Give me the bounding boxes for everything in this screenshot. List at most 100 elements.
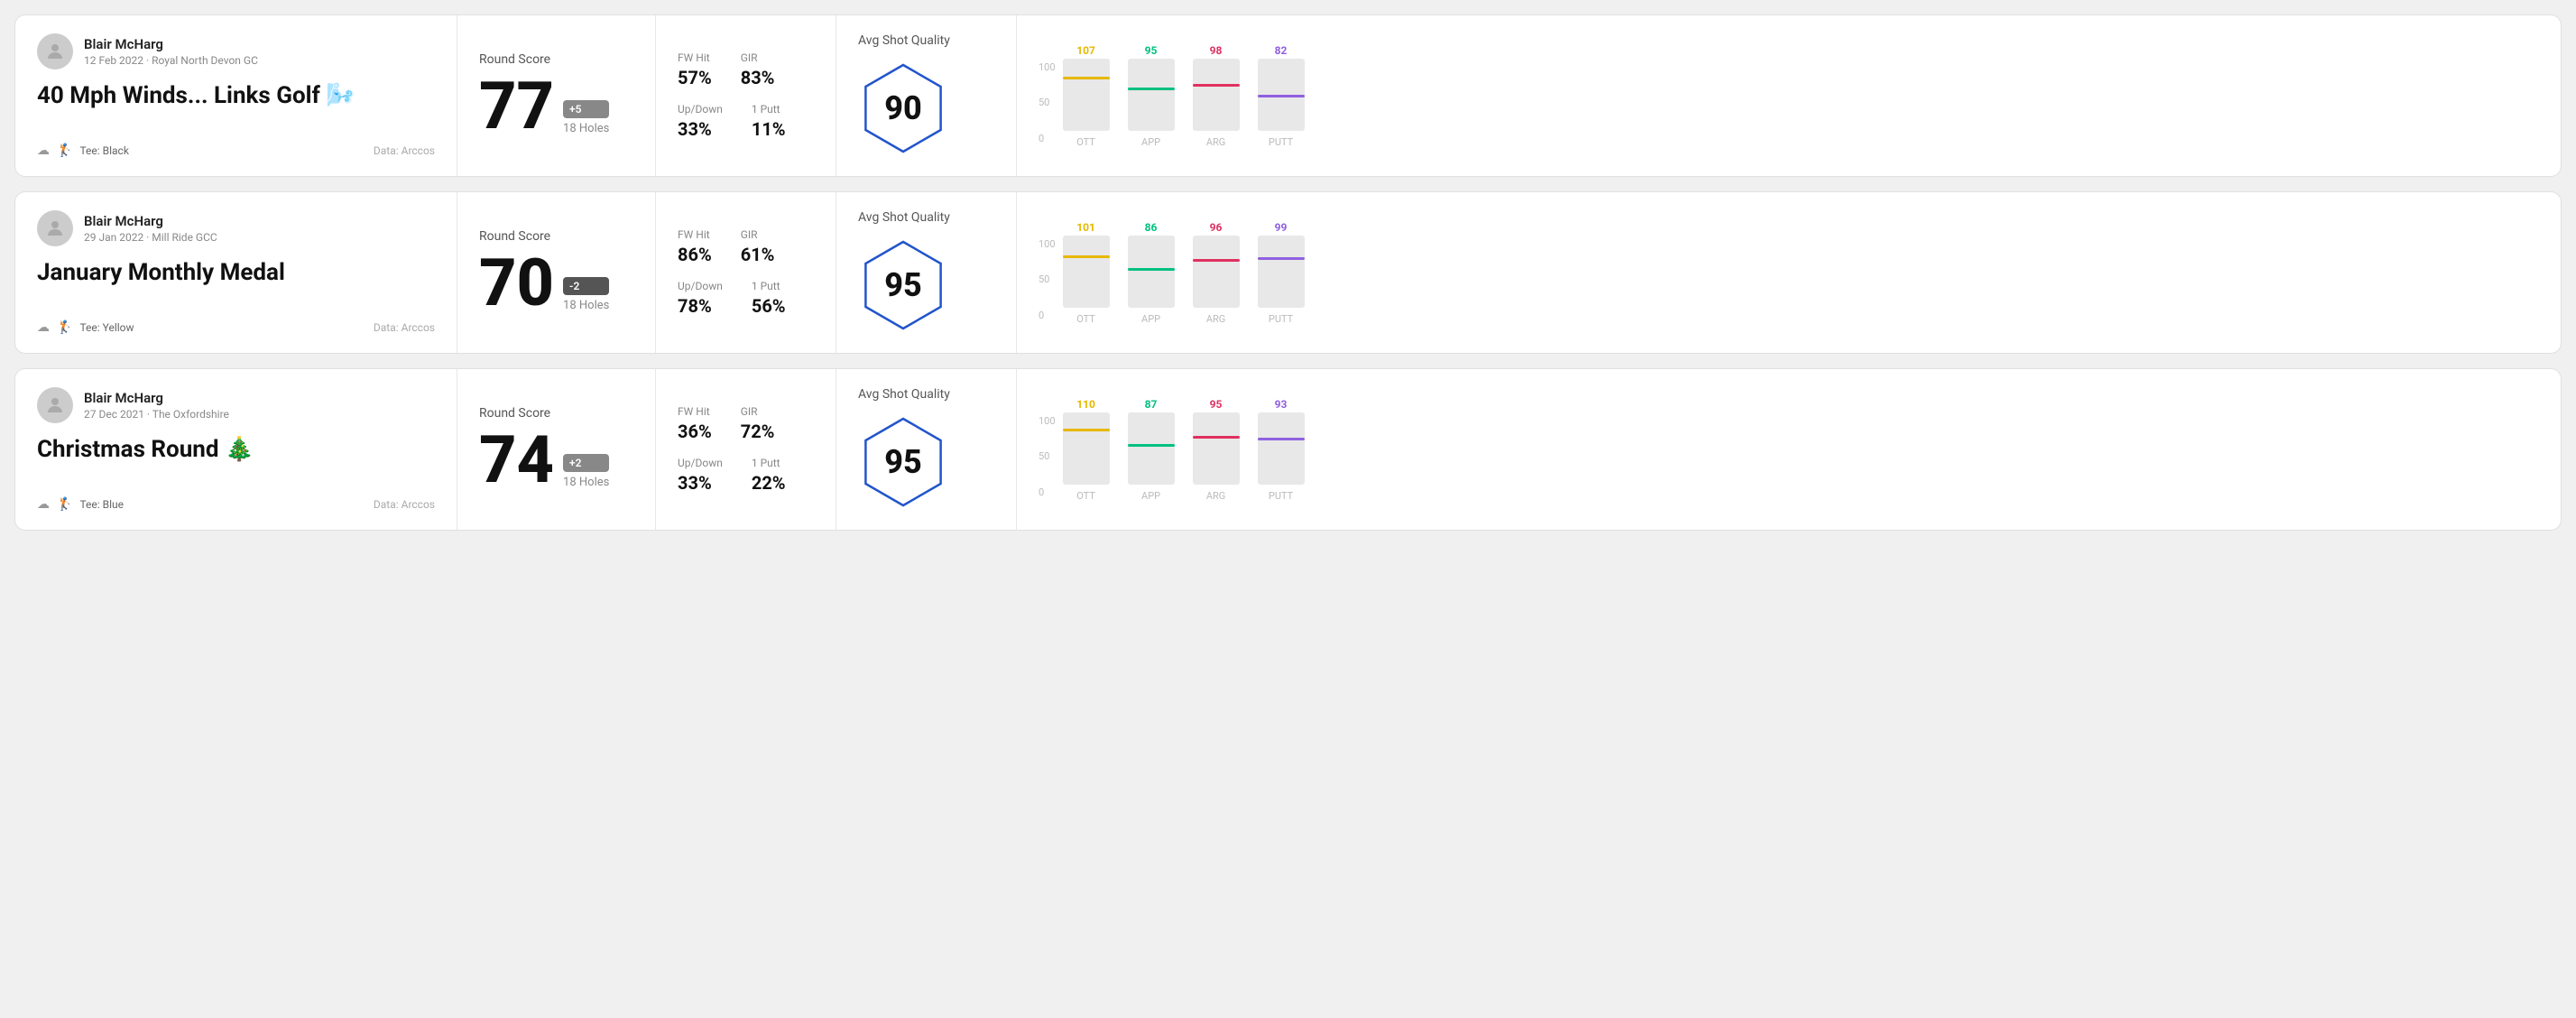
hexagon-score: 95 (884, 443, 922, 481)
chart-column-ott: 101 OTT (1063, 221, 1110, 325)
bar-marker (1258, 438, 1305, 440)
tee-label: Tee: Blue (79, 498, 124, 511)
chart-column-putt: 93 PUTT (1258, 398, 1305, 502)
chart-column-ott: 110 OTT (1063, 398, 1110, 502)
bar-value-label: 86 (1145, 221, 1158, 234)
bar-background (1258, 59, 1305, 131)
bar-marker (1193, 436, 1240, 439)
score-row: 77 +5 18 Holes (479, 74, 633, 139)
hexagon: 95 (858, 412, 948, 512)
bar-background (1128, 59, 1175, 131)
weather-icon: ☁ (37, 143, 50, 158)
tee-bag-icon: 🏌 (57, 497, 72, 512)
oneputt-label: 1 Putt (752, 103, 786, 116)
bar-x-label: ARG (1206, 313, 1225, 325)
stat-oneputt: 1 Putt 11% (752, 103, 786, 140)
user-info: Blair McHarg 12 Feb 2022 · Royal North D… (84, 36, 258, 67)
score-badge-group: +2 18 Holes (563, 454, 609, 489)
tee-label: Tee: Black (79, 144, 128, 157)
y-label-0: 0 (1039, 487, 1056, 497)
card-left-3: Blair McHarg 27 Dec 2021 · The Oxfordshi… (15, 369, 457, 530)
bar-marker (1258, 95, 1305, 97)
date-course: 27 Dec 2021 · The Oxfordshire (84, 408, 229, 421)
chart-column-arg: 98 ARG (1193, 44, 1240, 148)
bar-x-label: PUTT (1269, 136, 1293, 148)
score-badge-group: +5 18 Holes (563, 100, 609, 135)
card-stats-1: FW Hit 57% GIR 83% Up/Down 33% 1 Putt (656, 15, 836, 176)
updown-value: 78% (678, 295, 723, 317)
y-label-0: 0 (1039, 134, 1056, 143)
score-badge: +5 (563, 100, 609, 118)
tee-bag-icon: 🏌 (57, 143, 72, 158)
gir-label: GIR (741, 228, 775, 241)
stat-gir: GIR 72% (741, 405, 775, 442)
quality-label: Avg Shot Quality (858, 33, 950, 48)
bar-marker (1128, 88, 1175, 90)
hexagon-score: 95 (884, 266, 922, 304)
round-card-3: Blair McHarg 27 Dec 2021 · The Oxfordshi… (14, 368, 2562, 531)
card-left-1: Blair McHarg 12 Feb 2022 · Royal North D… (15, 15, 457, 176)
bar-value-label: 96 (1210, 221, 1223, 234)
bar-x-label: APP (1141, 136, 1160, 148)
chart-column-arg: 95 ARG (1193, 398, 1240, 502)
score-number: 70 (479, 251, 554, 316)
round-card-1: Blair McHarg 12 Feb 2022 · Royal North D… (14, 14, 2562, 177)
fw-hit-label: FW Hit (678, 228, 712, 241)
stats-row-top: FW Hit 36% GIR 72% (678, 405, 814, 442)
card-quality-1: Avg Shot Quality 90 (836, 15, 1017, 176)
quality-label: Avg Shot Quality (858, 387, 950, 402)
user-name: Blair McHarg (84, 390, 229, 406)
card-chart-3: 100 50 0 110 OTT 87 APP (1017, 369, 2561, 530)
stats-row-top: FW Hit 86% GIR 61% (678, 228, 814, 265)
bar-marker (1063, 429, 1110, 431)
chart-column-app: 86 APP (1128, 221, 1175, 325)
stats-row-bottom: Up/Down 78% 1 Putt 56% (678, 280, 814, 317)
fw-hit-value: 36% (678, 421, 712, 442)
tee-info: ☁ 🏌 Tee: Yellow (37, 320, 134, 335)
fw-hit-label: FW Hit (678, 51, 712, 64)
updown-label: Up/Down (678, 457, 723, 469)
bar-marker (1063, 255, 1110, 258)
bars-group: 101 OTT 86 APP 96 ARG (1063, 221, 1305, 325)
oneputt-label: 1 Putt (752, 280, 786, 292)
bar-value-label: 95 (1210, 398, 1223, 411)
hexagon-container: 95 (858, 236, 948, 335)
updown-value: 33% (678, 118, 723, 140)
bar-background (1063, 412, 1110, 485)
avatar (37, 387, 73, 423)
hexagon: 90 (858, 59, 948, 158)
y-label-50: 50 (1039, 451, 1056, 461)
bar-value-label: 87 (1145, 398, 1158, 411)
bar-background (1128, 412, 1175, 485)
bar-x-label: PUTT (1269, 313, 1293, 325)
stat-updown: Up/Down 33% (678, 103, 723, 140)
stat-updown: Up/Down 33% (678, 457, 723, 494)
gir-label: GIR (741, 405, 775, 418)
oneputt-label: 1 Putt (752, 457, 786, 469)
user-name: Blair McHarg (84, 36, 258, 52)
bar-x-label: OTT (1076, 313, 1095, 325)
tee-info: ☁ 🏌 Tee: Black (37, 143, 129, 158)
card-stats-2: FW Hit 86% GIR 61% Up/Down 78% 1 Putt (656, 192, 836, 353)
card-chart-1: 100 50 0 107 OTT 95 APP (1017, 15, 2561, 176)
hexagon-container: 90 (858, 59, 948, 158)
stat-oneputt: 1 Putt 22% (752, 457, 786, 494)
bar-background (1063, 59, 1110, 131)
stat-updown: Up/Down 78% (678, 280, 723, 317)
avatar (37, 33, 73, 69)
bar-value-label: 95 (1145, 44, 1158, 57)
bar-x-label: APP (1141, 490, 1160, 502)
round-card-2: Blair McHarg 29 Jan 2022 · Mill Ride GCC… (14, 191, 2562, 354)
bars-group: 110 OTT 87 APP 95 ARG (1063, 398, 1305, 502)
user-row: Blair McHarg 29 Jan 2022 · Mill Ride GCC (37, 210, 435, 246)
bar-value-label: 110 (1076, 398, 1095, 411)
date-course: 12 Feb 2022 · Royal North Devon GC (84, 54, 258, 67)
user-row: Blair McHarg 27 Dec 2021 · The Oxfordshi… (37, 387, 435, 423)
gir-value: 72% (741, 421, 775, 442)
stat-oneputt: 1 Putt 56% (752, 280, 786, 317)
score-badge: -2 (563, 277, 609, 295)
bar-x-label: OTT (1076, 136, 1095, 148)
chart-column-putt: 82 PUTT (1258, 44, 1305, 148)
weather-icon: ☁ (37, 320, 50, 335)
data-source: Data: Arccos (374, 144, 435, 157)
